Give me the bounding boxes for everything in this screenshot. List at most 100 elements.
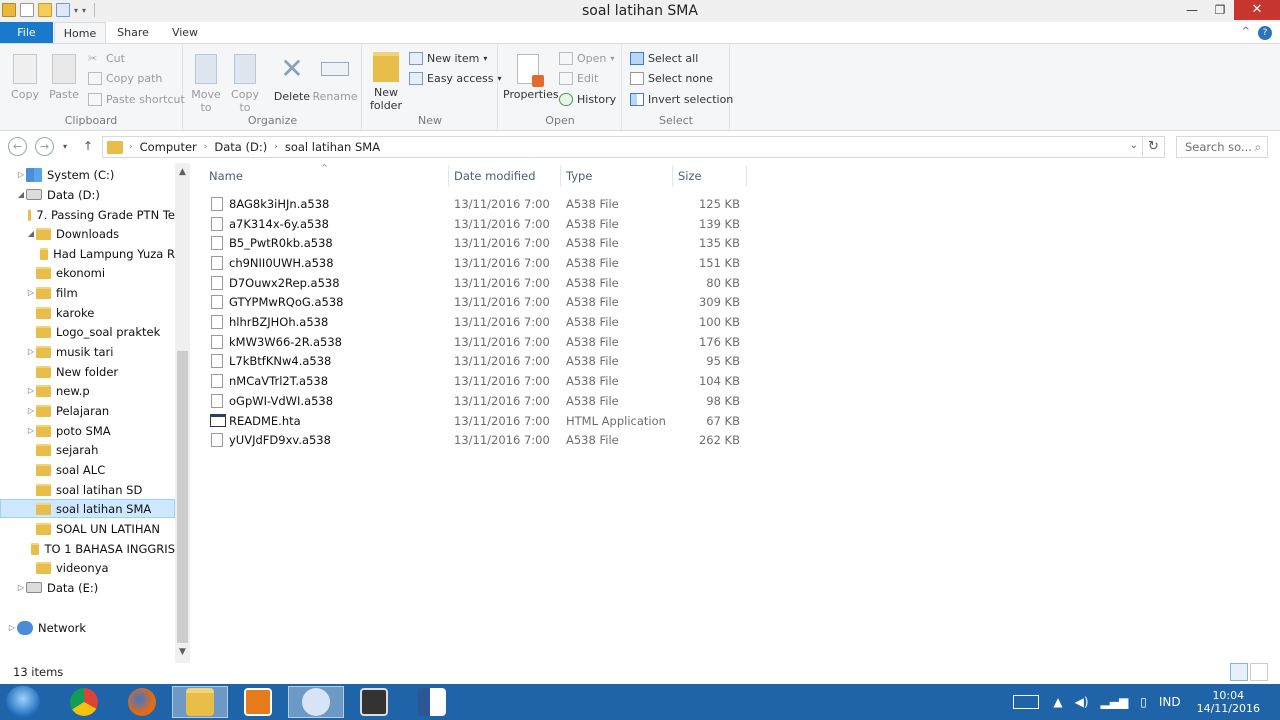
taskbar-explorer[interactable] xyxy=(172,686,228,718)
chevron-right-icon[interactable]: › xyxy=(274,142,278,152)
up-arrow-icon[interactable]: ↑ xyxy=(83,139,93,153)
file-row[interactable]: 8AG8k3iHJn.a538 13/11/2016 7:00 A538 Fil… xyxy=(200,194,760,214)
tree-item-to-1-bahasa-inggris[interactable]: TO 1 BAHASA INGGRIS xyxy=(0,539,175,558)
copy-path-button[interactable]: Copy path xyxy=(88,72,162,85)
paste-button[interactable]: Paste xyxy=(46,48,82,101)
address-bar[interactable]: › Computer › Data (D:) › soal latihan SM… xyxy=(102,136,1143,158)
tree-item-system-c[interactable]: ▷ System (C:) xyxy=(0,165,175,184)
details-view-icon[interactable] xyxy=(1230,663,1248,681)
chevron-down-icon[interactable]: ⌄ xyxy=(1130,140,1138,151)
select-none-button[interactable]: Select none xyxy=(630,72,713,85)
tab-file[interactable]: File xyxy=(0,22,53,44)
refresh-icon[interactable]: ↻ xyxy=(1143,136,1165,158)
expand-icon[interactable]: ▷ xyxy=(26,426,36,435)
signal-icon[interactable]: ▂▄▆ xyxy=(1101,695,1129,709)
tree-scrollbar[interactable]: ▲ ▼ xyxy=(175,163,190,663)
taskbar-firefox[interactable] xyxy=(114,686,170,718)
tree-item-new-folder[interactable]: New folder xyxy=(0,362,175,381)
taskbar-media-player[interactable] xyxy=(230,686,286,718)
open-button[interactable]: Open ▾ xyxy=(559,52,614,65)
file-row[interactable]: nMCaVTrl2T.a538 13/11/2016 7:00 A538 Fil… xyxy=(200,371,760,391)
keyboard-icon[interactable] xyxy=(1013,695,1040,709)
file-row[interactable]: GTYPMwRQoG.a538 13/11/2016 7:00 A538 Fil… xyxy=(200,293,760,313)
column-header-name[interactable]: Name xyxy=(209,163,243,189)
file-row[interactable]: a7K314x-6y.a538 13/11/2016 7:00 A538 Fil… xyxy=(200,214,760,234)
column-header-size[interactable]: Size xyxy=(678,163,702,189)
tab-share[interactable]: Share xyxy=(108,22,158,44)
tree-item-data-e[interactable]: ▷ Data (E:) xyxy=(0,578,175,597)
file-row[interactable]: oGpWI-VdWI.a538 13/11/2016 7:00 A538 Fil… xyxy=(200,391,760,411)
taskbar-paint[interactable] xyxy=(288,686,344,718)
invert-selection-button[interactable]: Invert selection xyxy=(630,93,733,106)
volume-icon[interactable]: ◀) xyxy=(1075,695,1089,709)
tree-item-logo-soal[interactable]: Logo_soal praktek xyxy=(0,322,175,341)
copy-button[interactable]: Copy xyxy=(8,48,42,101)
tree-item-soal-latihan-sd[interactable]: soal latihan SD xyxy=(0,480,175,499)
search-box[interactable]: Search so... ⌕ xyxy=(1176,136,1268,158)
column-divider[interactable] xyxy=(746,165,747,187)
file-row[interactable]: hlhrBZJHOh.a538 13/11/2016 7:00 A538 Fil… xyxy=(200,312,760,332)
select-all-button[interactable]: Select all xyxy=(630,52,698,65)
tree-item-soal-un-latihan[interactable]: SOAL UN LATIHAN xyxy=(0,519,175,538)
file-row[interactable]: yUVJdFD9xv.a538 13/11/2016 7:00 A538 Fil… xyxy=(200,430,760,450)
tree-item-videonya[interactable]: videonya xyxy=(0,558,175,577)
history-button[interactable]: History xyxy=(559,93,616,106)
tree-item-passing-grade[interactable]: 7. Passing Grade PTN Te xyxy=(0,205,175,224)
file-row[interactable]: L7kBtfKNw4.a538 13/11/2016 7:00 A538 Fil… xyxy=(200,352,760,372)
tab-view[interactable]: View xyxy=(160,22,210,44)
easy-access-button[interactable]: Easy access ▾ xyxy=(409,72,502,85)
new-item-button[interactable]: New item ▾ xyxy=(409,52,487,65)
tree-item-had-lampung[interactable]: Had Lampung Yuza R xyxy=(0,244,175,263)
breadcrumb-data-d[interactable]: Data (D:) xyxy=(214,140,267,154)
back-button[interactable]: ← xyxy=(8,137,27,156)
expand-icon[interactable]: ▷ xyxy=(16,583,26,592)
scroll-up-icon[interactable]: ▲ xyxy=(175,167,190,177)
start-button[interactable] xyxy=(6,686,40,718)
scrollbar-thumb[interactable] xyxy=(177,351,188,643)
taskbar-mpc[interactable] xyxy=(346,686,402,718)
properties-button[interactable]: Properties xyxy=(503,48,559,101)
edit-button[interactable]: Edit xyxy=(559,72,598,85)
copy-to-button[interactable]: Copy to xyxy=(226,48,264,114)
rename-button[interactable]: Rename xyxy=(312,48,358,103)
cut-button[interactable]: ✂ Cut xyxy=(88,52,125,65)
tree-item-musik-tari[interactable]: ▷ musik tari xyxy=(0,342,175,361)
tree-item-soal-alc[interactable]: soal ALC xyxy=(0,460,175,479)
delete-button[interactable]: ✕ Delete xyxy=(272,48,312,103)
help-icon[interactable]: ? xyxy=(1258,26,1272,40)
recent-locations-icon[interactable]: ▾ xyxy=(63,142,67,151)
tab-home[interactable]: Home xyxy=(54,22,106,44)
tree-item-poto-sma[interactable]: ▷ poto SMA xyxy=(0,421,175,440)
expand-icon[interactable]: ▷ xyxy=(26,347,36,356)
minimize-icon[interactable]: — xyxy=(1178,0,1206,20)
language-indicator[interactable]: IND xyxy=(1159,695,1181,709)
column-divider[interactable] xyxy=(448,165,449,187)
tree-item-network[interactable]: ▷ Network xyxy=(0,618,175,637)
maximize-icon[interactable]: ❐ xyxy=(1206,0,1234,20)
large-icons-view-icon[interactable] xyxy=(1250,663,1268,681)
breadcrumb-current[interactable]: soal latihan SMA xyxy=(285,140,380,154)
tree-item-new-p[interactable]: ▷ new.p xyxy=(0,381,175,400)
file-row[interactable]: ch9NII0UWH.a538 13/11/2016 7:00 A538 Fil… xyxy=(200,253,760,273)
show-hidden-icons-icon[interactable]: ▲ xyxy=(1053,695,1062,709)
expand-icon[interactable]: ▷ xyxy=(26,406,36,415)
tree-item-sejarah[interactable]: sejarah xyxy=(0,440,175,459)
tree-item-film[interactable]: ▷ film xyxy=(0,283,175,302)
file-row[interactable]: kMW3W66-2R.a538 13/11/2016 7:00 A538 Fil… xyxy=(200,332,760,352)
close-icon[interactable]: ✕ xyxy=(1234,0,1280,20)
taskbar-word[interactable] xyxy=(404,686,460,718)
collapse-icon[interactable]: ◢ xyxy=(16,190,26,199)
power-icon[interactable]: ▯ xyxy=(1140,695,1147,709)
new-folder-button[interactable]: New folder xyxy=(367,48,405,112)
file-row[interactable]: D7Ouwx2Rep.a538 13/11/2016 7:00 A538 Fil… xyxy=(200,273,760,293)
column-divider[interactable] xyxy=(560,165,561,187)
tree-item-karoke[interactable]: karoke xyxy=(0,303,175,322)
chevron-right-icon[interactable]: › xyxy=(129,142,133,152)
tree-item-ekonomi[interactable]: ekonomi xyxy=(0,263,175,282)
column-divider[interactable] xyxy=(672,165,673,187)
expand-icon[interactable]: ▷ xyxy=(7,623,17,632)
tree-item-soal-latihan-sma[interactable]: soal latihan SMA xyxy=(0,499,175,518)
column-header-date[interactable]: Date modified xyxy=(454,163,536,189)
tree-item-pelajaran[interactable]: ▷ Pelajaran xyxy=(0,401,175,420)
file-row[interactable]: B5_PwtR0kb.a538 13/11/2016 7:00 A538 Fil… xyxy=(200,233,760,253)
